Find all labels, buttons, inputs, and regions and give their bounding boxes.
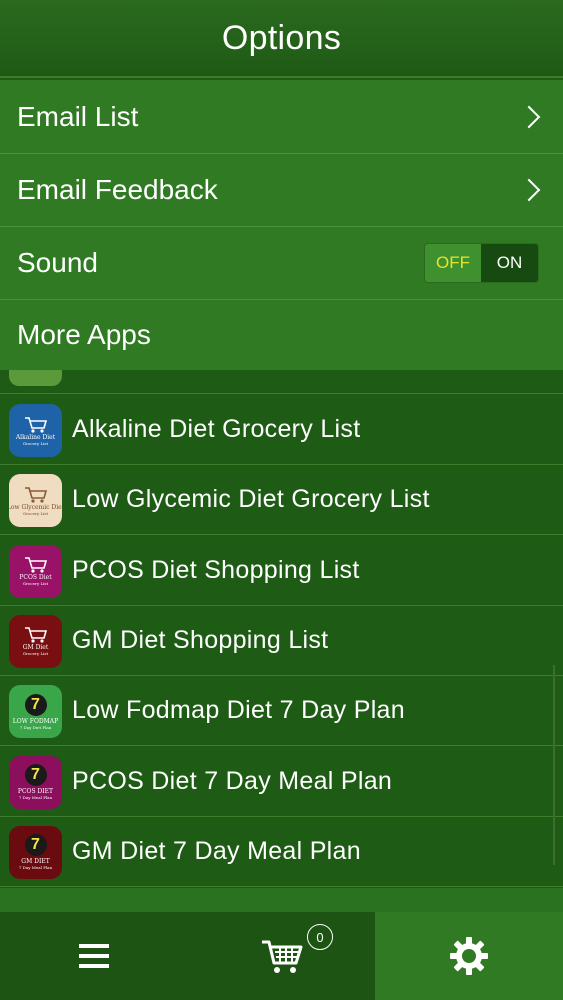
app-icon-subcaption: Grocery List (22, 510, 49, 516)
pcos-cart-icon: PCOS Diet Grocery List (9, 544, 62, 598)
app-list-item[interactable]: Alkaline Diet Grocery List Alkaline Diet G… (0, 395, 563, 465)
cart-icon (24, 627, 47, 643)
page-title: Options (221, 18, 342, 57)
divider (0, 393, 563, 394)
scrollbar[interactable] (553, 665, 555, 865)
app-icon-caption: GM DIET (21, 858, 50, 866)
cart-icon (24, 557, 47, 573)
partial-app-icon (9, 370, 62, 386)
seven-badge: 7 (24, 764, 47, 786)
cart-icon (24, 486, 47, 503)
app-icon-caption: PCOS Diet (19, 574, 52, 582)
app-icon-subcaption: 7 Day Meal Plan (18, 795, 53, 800)
bottom-strip (0, 888, 563, 912)
app-list-item[interactable]: 7 PCOS DIET 7 Day Meal Plan PCOS Diet 7 Day… (0, 747, 563, 817)
app-list-item-label: PCOS Diet Shopping List (72, 555, 360, 584)
app-icon-caption: LOW FODMAP (12, 717, 59, 725)
email-feedback-label: Email Feedback (17, 174, 218, 205)
sound-toggle[interactable]: OFF ON (424, 243, 539, 283)
app-list-item-label: GM Diet Shopping List (72, 625, 329, 654)
sound-row: Sound OFF ON (0, 227, 563, 300)
cart-icon (261, 940, 302, 973)
menu-icon (79, 944, 109, 968)
email-list-row[interactable]: Email List (0, 80, 563, 154)
low-glycemic-cart-icon: Low Glycemic Diet Grocery List (9, 474, 62, 528)
cart-count-badge: 0 (307, 924, 333, 950)
sound-label: Sound (17, 247, 98, 278)
app-icon-subcaption: 7 Day Diet Plan (19, 724, 52, 730)
tab-settings[interactable] (375, 912, 563, 1000)
app-list-item-label: Low Glycemic Diet Grocery List (72, 485, 430, 514)
sound-toggle-on[interactable]: ON (481, 244, 538, 282)
header-bar: Options (0, 0, 563, 78)
app-icon-subcaption: Grocery List (22, 651, 49, 657)
app-list-item[interactable]: 7 LOW FODMAP 7 Day Diet Plan Low Fodmap Die… (0, 676, 563, 747)
more-apps-label: More Apps (17, 319, 151, 350)
app-list-item-label: GM Diet 7 Day Meal Plan (72, 836, 361, 865)
tab-cart[interactable]: 0 (188, 912, 375, 1000)
app-icon-caption: Alkaline Diet (15, 433, 56, 441)
email-list-label: Email List (17, 100, 139, 132)
app-icon-subcaption: Grocery List (22, 581, 49, 587)
email-feedback-row[interactable]: Email Feedback (0, 154, 563, 227)
app-icon-subcaption: Grocery List (22, 440, 49, 446)
app-list-item[interactable]: GM Diet Grocery List GM Diet Shopping List (0, 606, 563, 676)
app-list-item-label: Alkaline Diet Grocery List (72, 415, 361, 443)
app-icon-caption: Low Glycemic Diet (9, 503, 62, 511)
seven-badge: 7 (24, 693, 47, 716)
low-fodmap-seven-icon: 7 LOW FODMAP 7 Day Diet Plan (9, 685, 62, 739)
app-list[interactable]: Alkaline Diet Grocery List Alkaline Diet G… (0, 370, 563, 888)
tab-menu[interactable] (0, 912, 188, 1000)
gear-icon (450, 937, 488, 975)
more-apps-row[interactable]: More Apps (0, 300, 563, 370)
app-list-item[interactable]: Low Glycemic Diet Grocery List Low Glycemi… (0, 465, 563, 536)
pcos-seven-icon: 7 PCOS DIET 7 Day Meal Plan (9, 755, 62, 809)
app-list-item[interactable]: PCOS Diet Grocery List PCOS Diet Shopping … (0, 536, 563, 606)
chevron-right-icon (517, 178, 541, 202)
gm-seven-icon: 7 GM DIET 7 Day Meal Plan (9, 825, 62, 879)
seven-badge: 7 (24, 834, 47, 857)
sound-toggle-off[interactable]: OFF (425, 244, 482, 282)
app-list-item-label: PCOS Diet 7 Day Meal Plan (72, 766, 393, 795)
app-list-item-label: Low Fodmap Diet 7 Day Plan (72, 696, 405, 725)
app-list-item[interactable]: 7 GM DIET 7 Day Meal Plan GM Diet 7 Day Mea… (0, 817, 563, 887)
gm-cart-icon: GM Diet Grocery List (9, 614, 62, 668)
options-menu: Email List Email Feedback Sound OFF ON M… (0, 80, 563, 370)
app-icon-subcaption: 7 Day Meal Plan (18, 865, 53, 871)
app-icon-caption: PCOS DIET (17, 788, 54, 795)
tab-bar: 0 (0, 912, 563, 1000)
cart-icon (24, 416, 47, 433)
chevron-right-icon (517, 105, 541, 128)
app-icon-caption: GM Diet (22, 644, 49, 652)
alkaline-cart-icon: Alkaline Diet Grocery List (9, 404, 62, 457)
